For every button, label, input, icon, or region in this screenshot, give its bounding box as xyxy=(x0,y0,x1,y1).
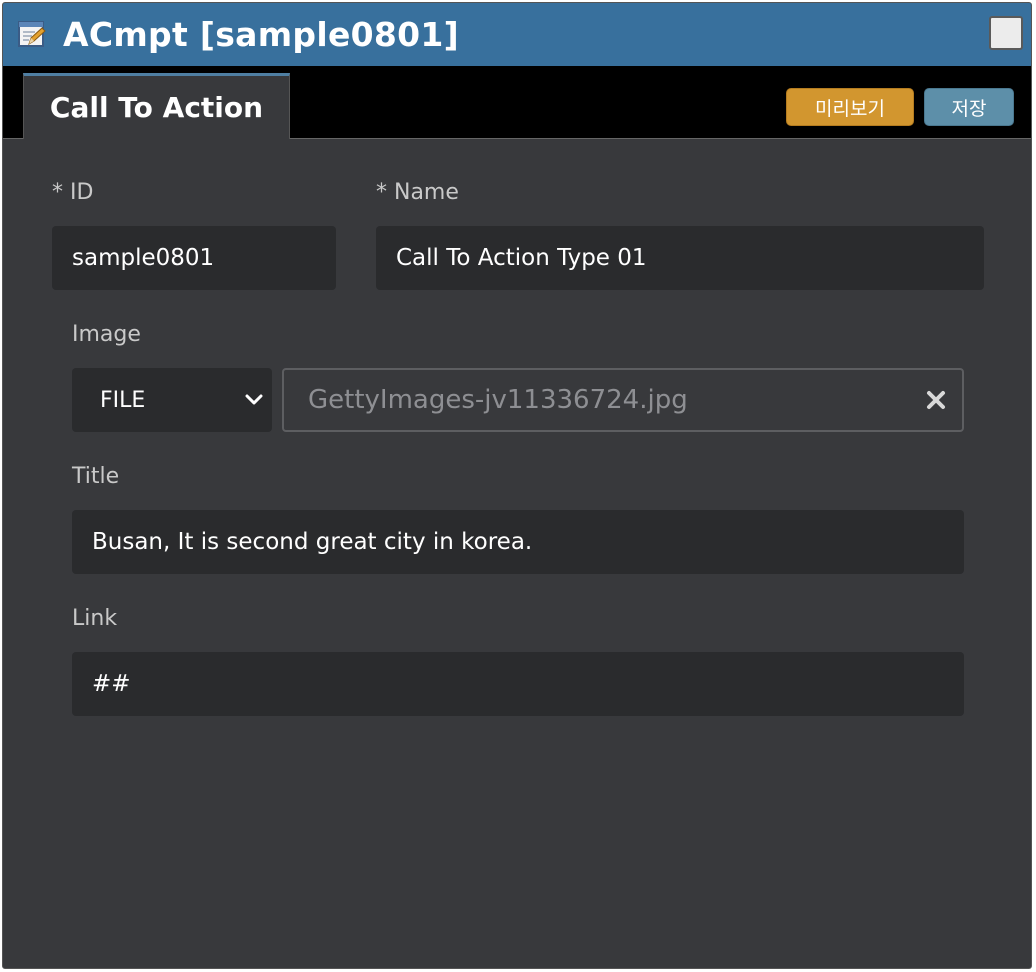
image-label: Image xyxy=(72,322,141,347)
maximize-box-icon[interactable] xyxy=(989,16,1023,50)
id-label: * ID xyxy=(52,180,94,205)
name-label: * Name xyxy=(376,180,459,205)
dialog-window: ACmpt [sample0801] Call To Action 미리보기 저… xyxy=(2,2,1032,969)
image-file-field[interactable]: GettyImages-jv11336724.jpg xyxy=(282,368,964,432)
preview-button[interactable]: 미리보기 xyxy=(786,88,914,126)
link-label: Link xyxy=(72,606,118,631)
id-field[interactable]: sample0801 xyxy=(52,226,336,290)
name-field[interactable]: Call To Action Type 01 xyxy=(376,226,984,290)
edit-document-icon xyxy=(18,21,46,47)
chevron-down-icon xyxy=(245,394,263,405)
title-field[interactable]: Busan, It is second great city in korea. xyxy=(72,510,964,574)
tab-call-to-action[interactable]: Call To Action xyxy=(23,73,290,139)
title-label: Title xyxy=(72,464,120,489)
image-type-select[interactable]: FILE xyxy=(72,368,272,432)
title-bar[interactable]: ACmpt [sample0801] xyxy=(3,3,1031,66)
close-icon[interactable] xyxy=(924,388,948,412)
image-file-name: GettyImages-jv11336724.jpg xyxy=(308,385,688,415)
image-type-value: FILE xyxy=(100,387,146,413)
link-field[interactable]: ## xyxy=(72,652,964,716)
save-button[interactable]: 저장 xyxy=(924,88,1014,126)
window-title: ACmpt [sample0801] xyxy=(63,15,460,54)
tab-bar: Call To Action 미리보기 저장 xyxy=(3,66,1031,139)
